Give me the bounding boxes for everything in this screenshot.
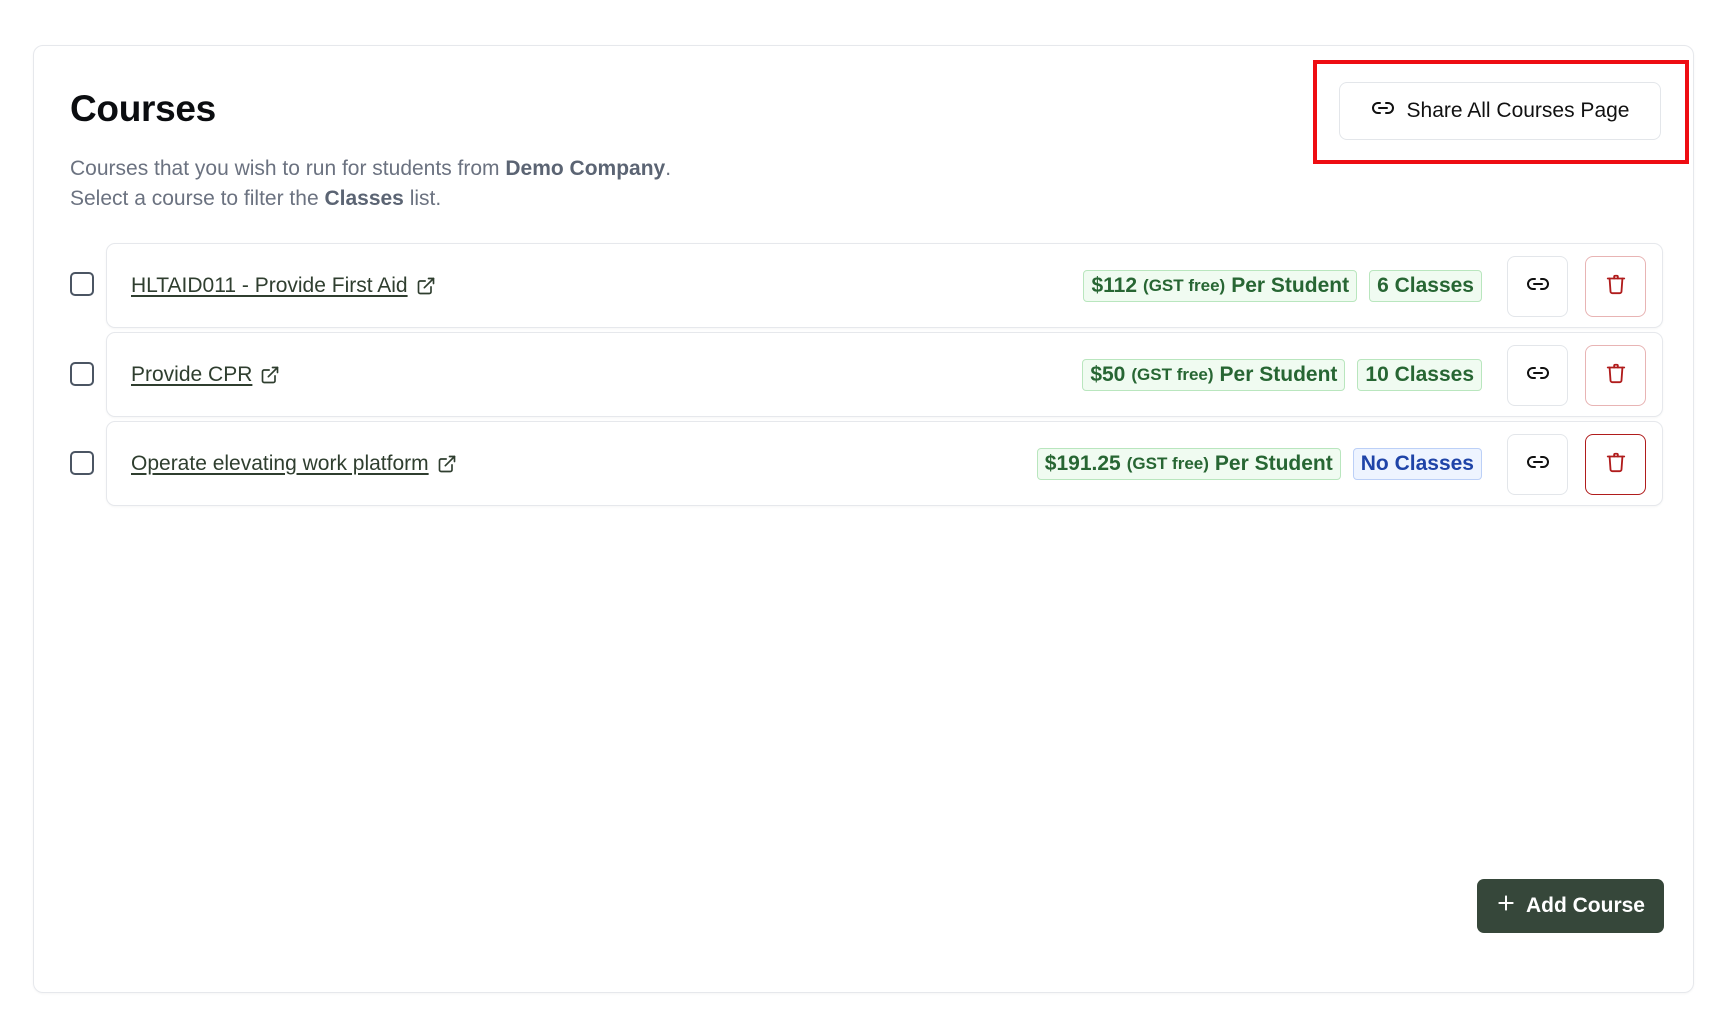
- link-icon: [1371, 96, 1395, 126]
- per-student-label: Per Student: [1231, 273, 1350, 297]
- course-badges: $112 (GST free) Per Student 6 Classes: [1083, 244, 1482, 327]
- course-checkbox[interactable]: [70, 272, 94, 296]
- course-row[interactable]: Provide CPR $50 (GST free) Per Student 1…: [106, 332, 1663, 417]
- classes-badge: No Classes: [1352, 447, 1482, 480]
- gst-label: (GST free): [1131, 364, 1214, 384]
- price-badge: $112 (GST free) Per Student: [1083, 269, 1358, 302]
- copy-link-button[interactable]: [1507, 345, 1568, 406]
- link-icon: [1526, 450, 1550, 479]
- link-icon: [1526, 361, 1550, 390]
- per-student-label: Per Student: [1219, 362, 1338, 386]
- company-name: Demo Company: [505, 157, 666, 180]
- delete-course-button[interactable]: [1585, 256, 1646, 317]
- gst-label: (GST free): [1143, 275, 1226, 295]
- add-course-button[interactable]: Add Course: [1477, 879, 1664, 933]
- link-icon: [1526, 272, 1550, 301]
- external-link-icon: [416, 276, 436, 296]
- external-link-icon: [260, 365, 280, 385]
- trash-icon: [1605, 451, 1627, 478]
- share-all-courses-label: Share All Courses Page: [1406, 99, 1630, 122]
- course-name: Provide CPR: [131, 362, 253, 386]
- course-link[interactable]: Operate elevating work platform: [131, 422, 457, 505]
- classes-word: Classes: [324, 187, 404, 210]
- external-link-icon: [437, 454, 457, 474]
- course-row[interactable]: Operate elevating work platform $191.25 …: [106, 421, 1663, 506]
- classes-badge: 6 Classes: [1369, 269, 1482, 302]
- page-title: Courses: [70, 88, 216, 129]
- price-badge: $50 (GST free) Per Student: [1082, 358, 1346, 391]
- course-badges: $50 (GST free) Per Student 10 Classes: [1082, 333, 1482, 416]
- course-row[interactable]: HLTAID011 - Provide First Aid $112 (GST …: [106, 243, 1663, 328]
- price-value: $112: [1091, 273, 1138, 297]
- course-checkbox[interactable]: [70, 362, 94, 386]
- add-course-label: Add Course: [1525, 894, 1645, 917]
- delete-course-button[interactable]: [1585, 434, 1646, 495]
- share-all-courses-button[interactable]: Share All Courses Page: [1339, 82, 1661, 140]
- course-name: HLTAID011 - Provide First Aid: [131, 273, 408, 297]
- price-value: $191.25: [1044, 451, 1121, 475]
- course-checkbox[interactable]: [70, 451, 94, 475]
- delete-course-button[interactable]: [1585, 345, 1646, 406]
- course-link[interactable]: Provide CPR: [131, 333, 280, 416]
- price-badge: $191.25 (GST free) Per Student: [1036, 447, 1341, 480]
- description-line-2: Select a course to filter the Classes li…: [70, 187, 442, 210]
- copy-link-button[interactable]: [1507, 256, 1568, 317]
- price-value: $50: [1090, 362, 1126, 386]
- trash-icon: [1605, 273, 1627, 300]
- page-description: Courses that you wish to run for student…: [70, 154, 671, 214]
- course-name: Operate elevating work platform: [131, 451, 429, 475]
- trash-icon: [1605, 362, 1627, 389]
- course-badges: $191.25 (GST free) Per Student No Classe…: [1036, 422, 1482, 505]
- gst-label: (GST free): [1126, 453, 1209, 473]
- plus-icon: [1496, 893, 1516, 919]
- copy-link-button[interactable]: [1507, 434, 1568, 495]
- courses-card: Courses Courses that you wish to run for…: [33, 45, 1694, 993]
- classes-badge: 10 Classes: [1357, 358, 1482, 391]
- per-student-label: Per Student: [1214, 451, 1333, 475]
- course-link[interactable]: HLTAID011 - Provide First Aid: [131, 244, 436, 327]
- description-line-1: Courses that you wish to run for student…: [70, 157, 672, 180]
